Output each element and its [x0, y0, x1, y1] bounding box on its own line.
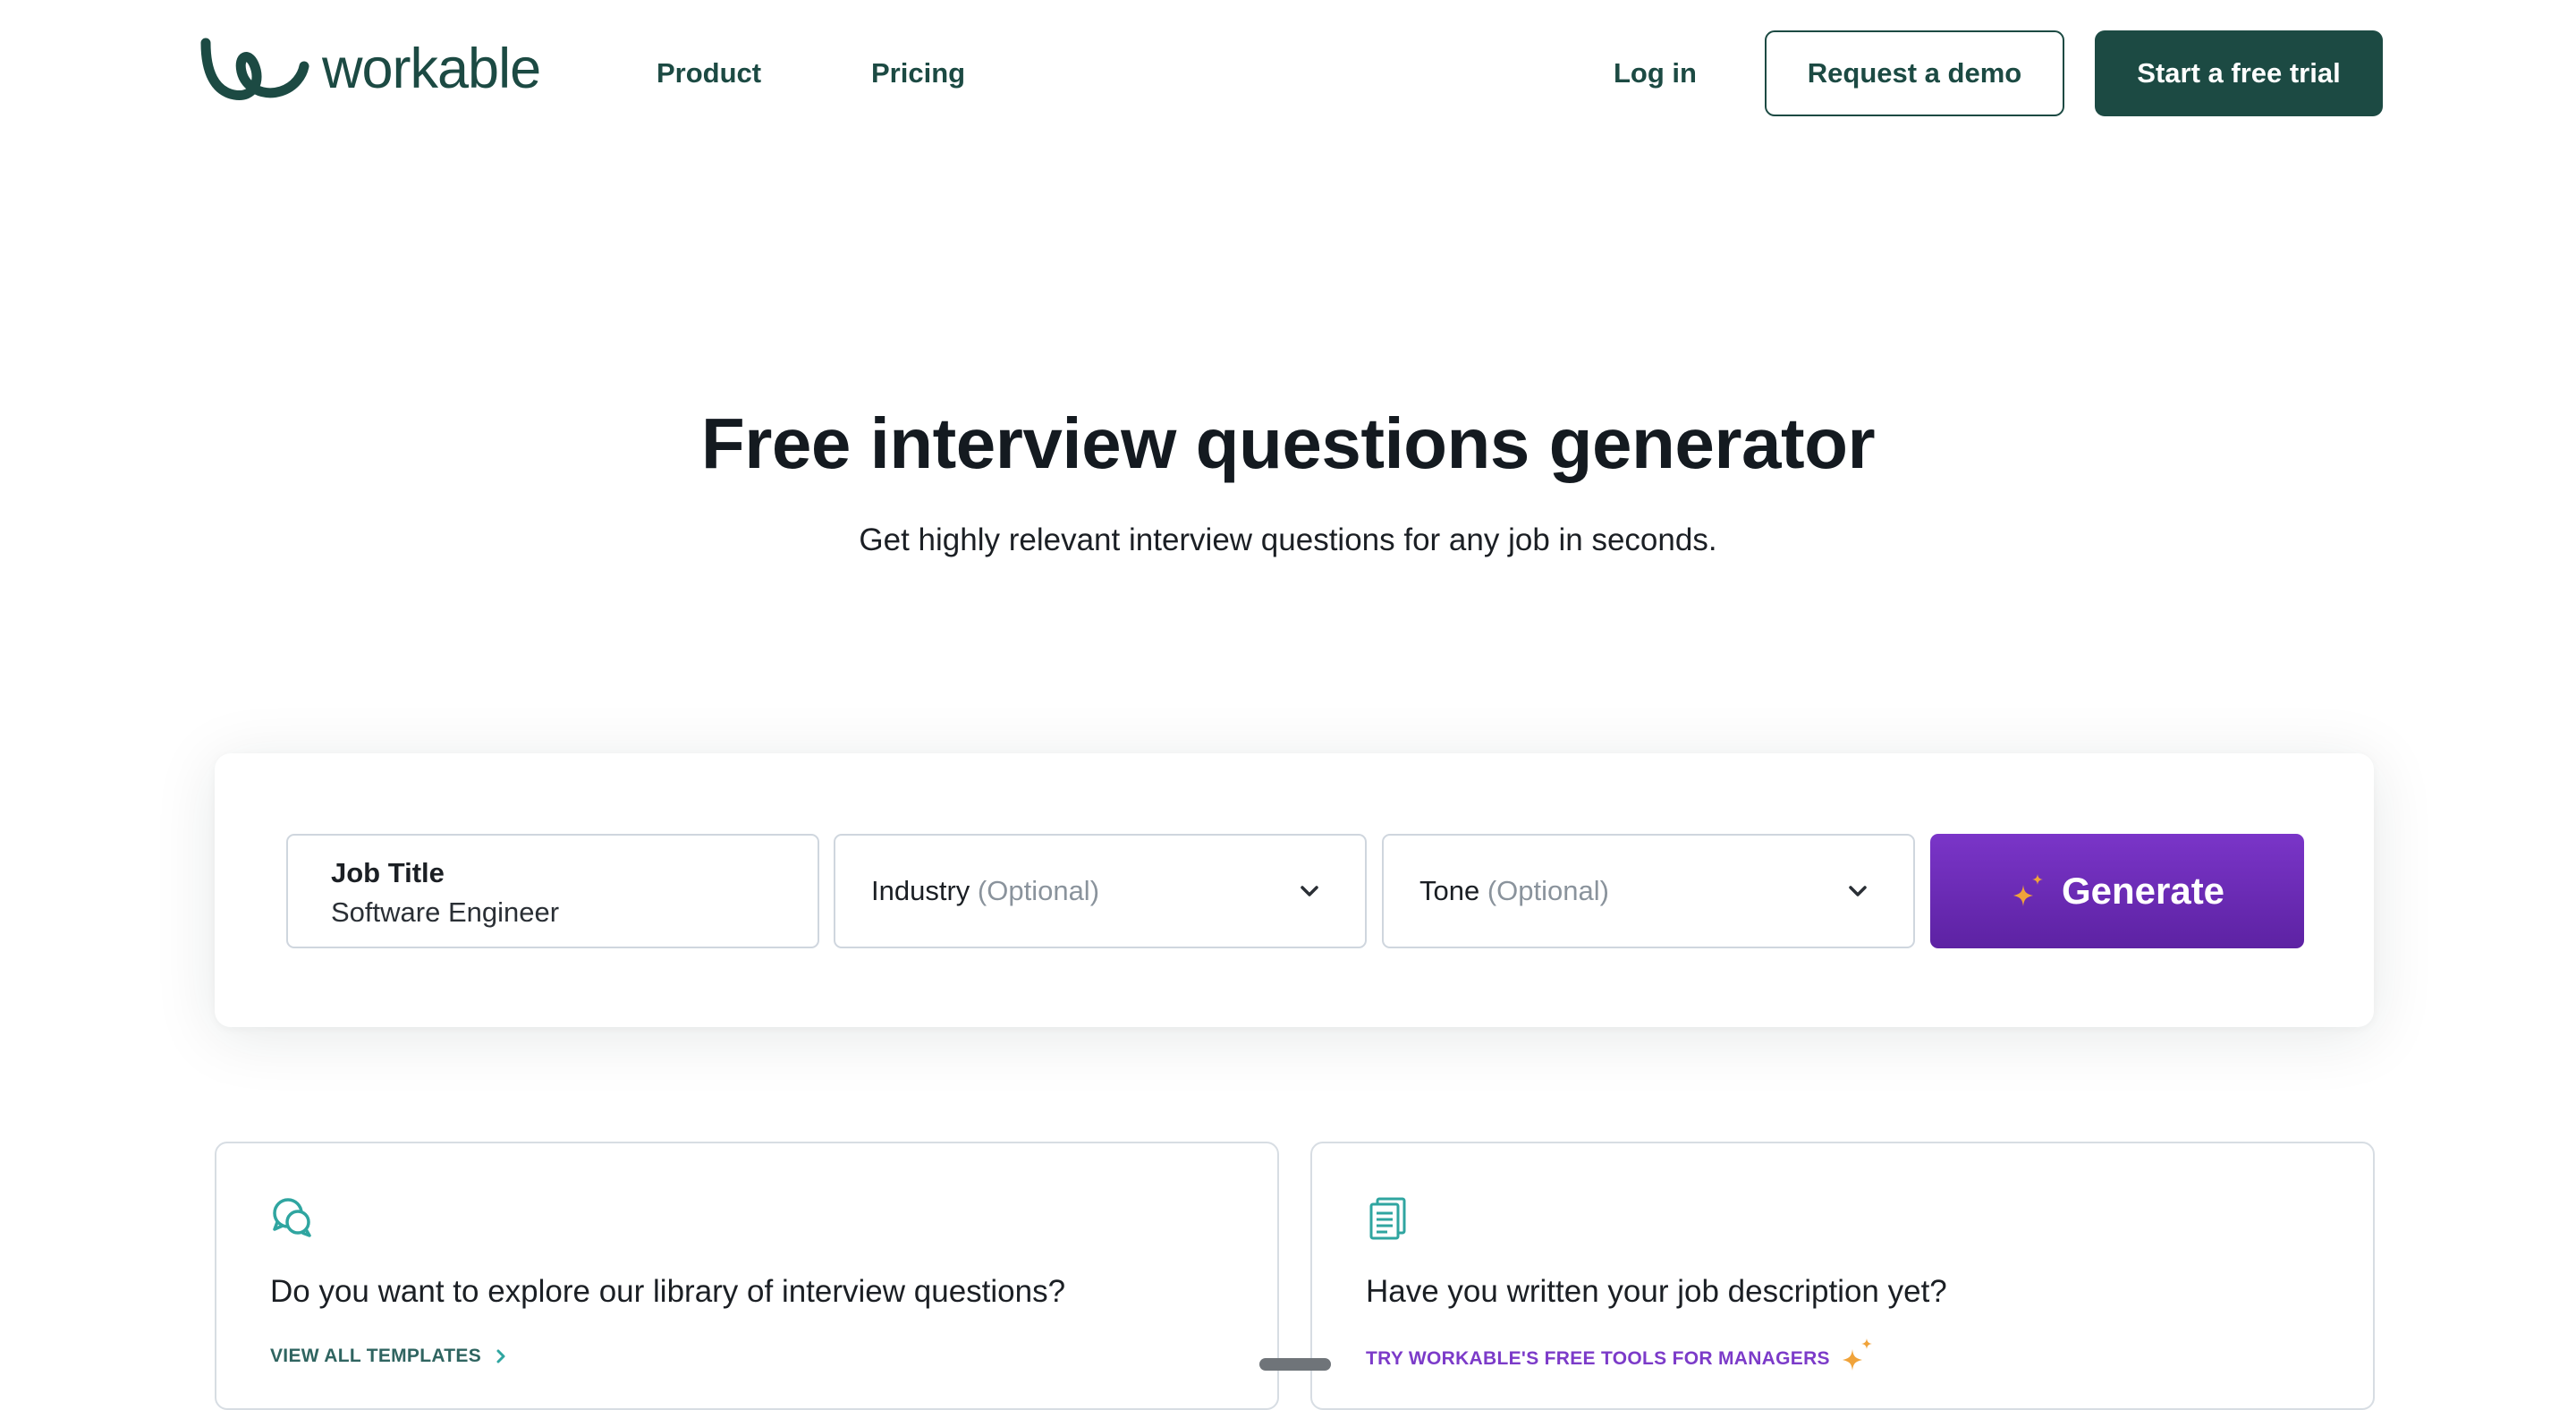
- chevron-down-icon: [1301, 886, 1318, 896]
- industry-select-text: Industry (Optional): [871, 873, 1099, 909]
- interview-library-title: Do you want to explore our library of in…: [270, 1274, 1066, 1309]
- request-demo-button[interactable]: Request a demo: [1765, 30, 2064, 116]
- sparkle-icon: [1842, 1338, 1872, 1371]
- sparkle-icon: [2012, 874, 2043, 906]
- nav-product[interactable]: Product: [657, 55, 761, 91]
- job-title-label: Job Title: [331, 857, 445, 888]
- start-free-trial-button[interactable]: Start a free trial: [2095, 30, 2383, 116]
- industry-optional-hint: (Optional): [977, 875, 1100, 906]
- view-all-templates-link[interactable]: VIEW ALL TEMPLATES: [270, 1344, 508, 1369]
- tone-select[interactable]: Tone (Optional): [1382, 834, 1915, 948]
- site-header: workable Product Pricing Log in Request …: [0, 0, 2576, 148]
- nav-pricing[interactable]: Pricing: [871, 55, 965, 91]
- job-description-card: Have you written your job description ye…: [1310, 1142, 2375, 1410]
- start-free-trial-label: Start a free trial: [2137, 57, 2341, 89]
- industry-label: Industry: [871, 875, 970, 906]
- request-demo-label: Request a demo: [1807, 57, 2022, 89]
- view-all-templates-label: VIEW ALL TEMPLATES: [270, 1346, 482, 1366]
- generate-button[interactable]: Generate: [1930, 834, 2304, 948]
- interview-library-card: Do you want to explore our library of in…: [215, 1142, 1279, 1410]
- nav-login[interactable]: Log in: [1614, 55, 1697, 91]
- generator-form-card: Job Title Software Engineer Industry (Op…: [215, 753, 2374, 1027]
- page-subtitle: Get highly relevant interview questions …: [859, 522, 1717, 557]
- chevron-right-icon: [496, 1349, 505, 1363]
- free-tools-link[interactable]: TRY WORKABLE'S FREE TOOLS FOR MANAGERS: [1366, 1338, 1877, 1374]
- workable-logo[interactable]: workable: [199, 36, 541, 103]
- generate-label: Generate: [2061, 870, 2225, 912]
- tone-select-text: Tone (Optional): [1419, 873, 1609, 909]
- chat-bubbles-icon: [273, 1198, 311, 1237]
- job-title-input[interactable]: Job Title Software Engineer: [286, 834, 819, 948]
- job-title-value[interactable]: Software Engineer: [331, 895, 559, 930]
- document-icon: [1369, 1197, 1406, 1240]
- job-description-title: Have you written your job description ye…: [1366, 1274, 1947, 1309]
- chevron-down-icon: [1849, 886, 1867, 896]
- scroll-indicator[interactable]: [1259, 1358, 1331, 1371]
- free-tools-label: TRY WORKABLE'S FREE TOOLS FOR MANAGERS: [1366, 1348, 1830, 1369]
- page-title: Free interview questions generator: [700, 403, 1876, 483]
- tone-label: Tone: [1419, 875, 1480, 906]
- logo-wordmark: workable: [322, 38, 541, 100]
- tone-optional-hint: (Optional): [1487, 875, 1609, 906]
- industry-select[interactable]: Industry (Optional): [834, 834, 1367, 948]
- workable-logo-icon: [200, 38, 309, 100]
